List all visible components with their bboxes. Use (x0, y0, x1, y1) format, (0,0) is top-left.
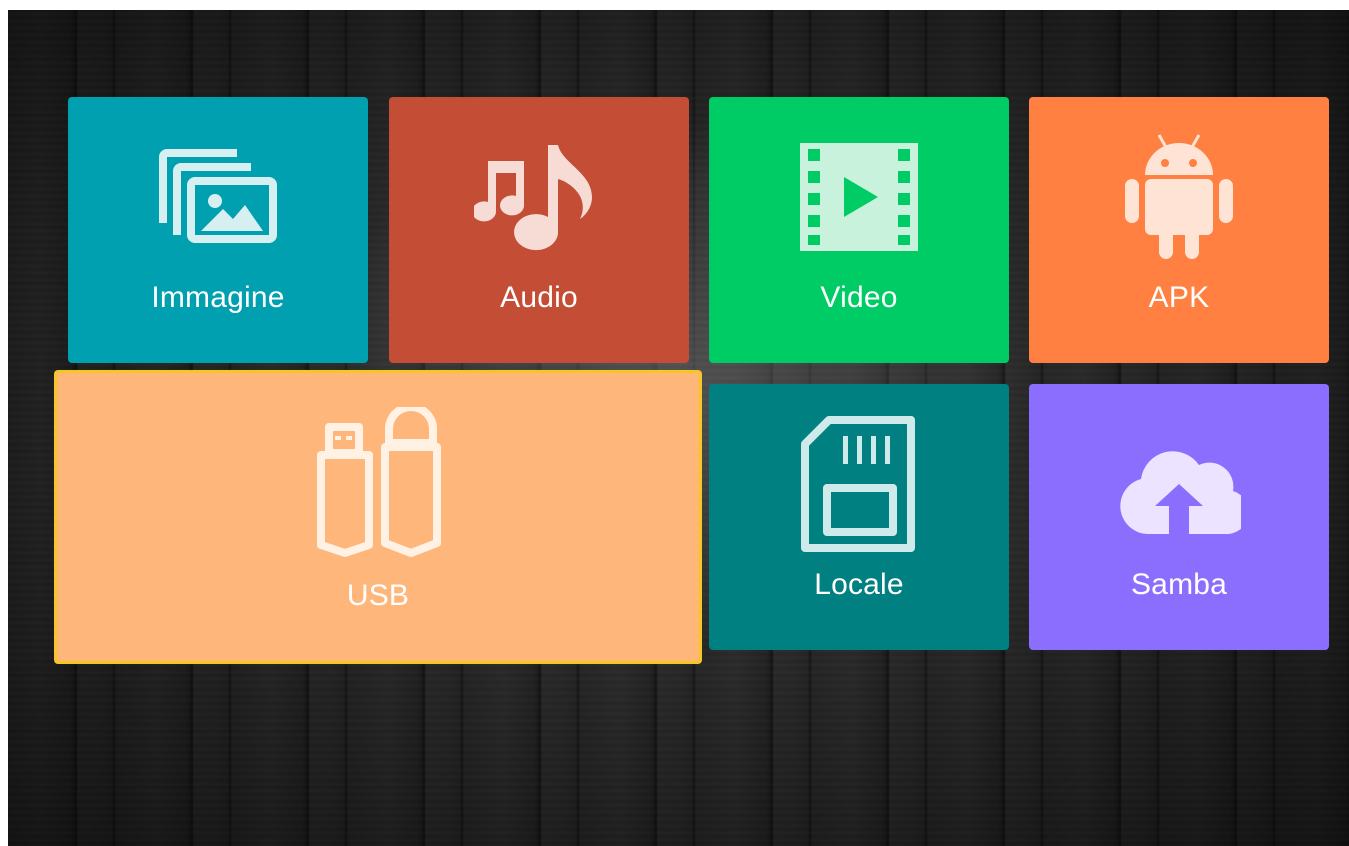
image-gallery-icon (159, 149, 277, 243)
tile-apk[interactable]: APK (1029, 97, 1329, 363)
tile-video-label: Video (820, 281, 898, 314)
android-icon (1125, 134, 1233, 259)
tile-usb[interactable]: USB (54, 370, 702, 664)
tile-samba-label: Samba (1130, 568, 1228, 601)
screen-edge-top (0, 0, 1349, 10)
tile-video[interactable]: Video (709, 97, 1009, 363)
usb-drive-icon (317, 407, 441, 557)
film-play-icon (800, 143, 918, 251)
tile-locale-label: Locale (814, 568, 904, 601)
tile-audio-label: Audio (500, 281, 578, 314)
screen-edge-left (0, 0, 8, 846)
tile-samba[interactable]: Samba (1029, 384, 1329, 650)
music-note-icon (474, 145, 592, 251)
tile-immagine-label: Immagine (151, 281, 285, 314)
file-browser-home-screen: Immagine Audio Video APK USB Locale Samb… (0, 0, 1349, 846)
tile-audio[interactable]: Audio (389, 97, 689, 363)
cloud-upload-icon (1120, 451, 1241, 535)
tile-apk-label: APK (1148, 281, 1210, 314)
tile-locale[interactable]: Locale (709, 384, 1009, 650)
tile-immagine[interactable]: Immagine (68, 97, 368, 363)
tile-usb-label: USB (346, 579, 410, 612)
sd-card-icon (801, 416, 915, 552)
